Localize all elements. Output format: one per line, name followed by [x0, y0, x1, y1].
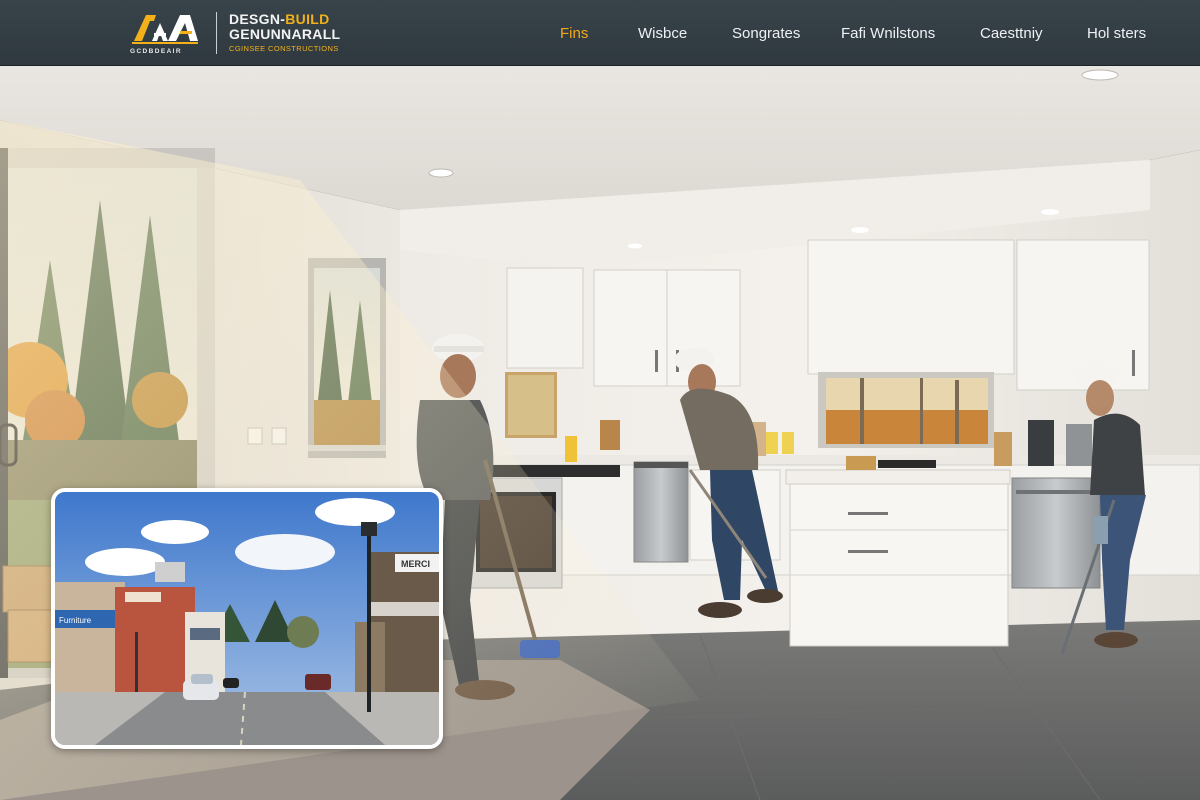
logo-mark-icon: GCDBDEAIR: [130, 11, 202, 55]
nav-item-wisbce[interactable]: Wisbce: [638, 25, 687, 42]
logo-line-3: CGINSEE CONSTRUCTIONS: [229, 44, 339, 54]
store-sign-2: MERCI: [401, 559, 430, 569]
logo-line-1b: BUILD: [285, 11, 330, 28]
inset-street-photo[interactable]: Furniture MERCI: [51, 488, 443, 749]
logo-line-1a: DESGN-: [229, 11, 286, 28]
nav-item-songrates[interactable]: Songrates: [732, 25, 800, 42]
street-scene-illustration: Furniture MERCI: [55, 492, 439, 745]
nav-item-fafi-wnilstons[interactable]: Fafi Wnilstons: [841, 25, 935, 42]
nav-item-fins[interactable]: Fins: [560, 25, 588, 42]
site-header: GCDBDEAIR DESGN-BUILD GENUNNARALL CGINSE…: [0, 0, 1200, 66]
logo-line-1: DESGN-BUILD: [229, 12, 340, 26]
logo-wordmark: DESGN-BUILD GENUNNARALL CGINSEE CONSTRUC…: [229, 12, 340, 53]
store-sign-1: Furniture: [59, 616, 92, 625]
logo-subtext: GCDBDEAIR: [130, 47, 182, 55]
nav-item-caesttniy[interactable]: Caesttniy: [980, 25, 1043, 42]
nav-item-hol-sters[interactable]: Hol sters: [1087, 25, 1146, 42]
logo-line-2: GENUNNARALL: [229, 26, 341, 43]
logo-divider: [216, 11, 217, 54]
company-logo[interactable]: GCDBDEAIR DESGN-BUILD GENUNNARALL CGINSE…: [130, 8, 340, 58]
